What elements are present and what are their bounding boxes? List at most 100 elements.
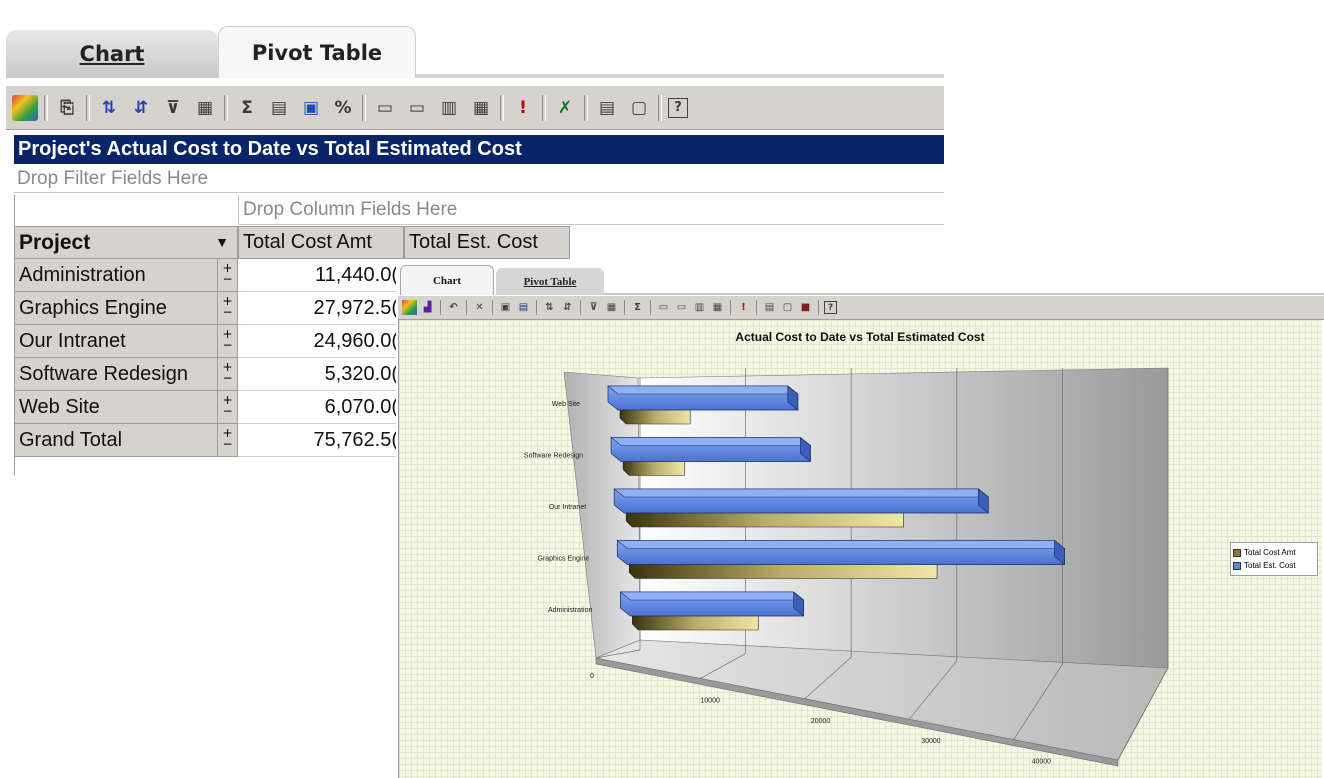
properties-icon[interactable]: ▢ [780,300,795,315]
chart-tab-chart[interactable]: Chart [400,265,494,295]
calculated-totals-icon[interactable]: ▣ [298,95,324,121]
autofilter-icon[interactable]: ⊽ [160,95,186,121]
sort-descending-icon[interactable]: ⇵ [560,300,575,315]
row-label[interactable]: Administration [14,259,218,292]
expand-collapse-icon[interactable]: + − [218,391,238,424]
chart-tab-chart-label: Chart [432,274,462,287]
show-top-bottom-icon[interactable]: ▦ [192,95,218,121]
chart-tab-pivot-label: Pivot Table [523,275,577,288]
undo-icon[interactable]: ↶ [446,300,461,315]
grand-total-value: 75,762.5( [238,424,404,457]
chart-tab-underline [604,293,1324,295]
expand-icon[interactable]: ▭ [674,300,689,315]
help-icon[interactable]: ? [668,97,688,118]
collapse-icon[interactable]: ▭ [656,300,671,315]
properties-icon[interactable]: ▢ [626,95,652,121]
row-value: 24,960.0( [238,325,404,358]
autocalc-sum-icon[interactable]: Σ [630,300,645,315]
sort-ascending-icon[interactable]: ⇅ [96,95,122,121]
refresh-icon[interactable]: ! [736,300,751,315]
toolbar-separator [440,300,441,315]
legend-label-est: Total Est. Cost [1244,561,1296,570]
tab-pivot-label: Pivot Table [251,40,383,65]
refresh-icon[interactable]: ! [510,95,536,121]
expand-collapse-icon[interactable]: + − [218,325,238,358]
field-list-icon[interactable]: ▤ [762,300,777,315]
row-value: 5,320.0( [238,358,404,391]
toolbar-separator [756,300,757,315]
toolbar-separator [542,94,546,121]
chart-type-icon[interactable]: ▟ [420,300,435,315]
x-tick-label: 40000 [1032,759,1052,766]
by-row-column-icon[interactable]: ▤ [516,300,531,315]
row-label[interactable]: Web Site [14,391,218,424]
hide-details-icon[interactable]: ▥ [692,300,707,315]
legend-swatch-est [1233,561,1241,570]
hide-details-icon[interactable]: ▥ [436,95,462,121]
office-logo-icon[interactable] [12,94,38,121]
chart-tab-pivot-table[interactable]: Pivot Table [496,268,604,295]
show-details-icon[interactable]: ▦ [468,95,494,121]
filter-drop-zone[interactable]: Drop Filter Fields Here [14,165,944,193]
toolbar-separator [224,94,228,121]
tab-underline [416,74,944,78]
autofilter-icon[interactable]: ⊽ [586,300,601,315]
office-logo-icon[interactable] [402,300,417,315]
autocalc-sum-icon[interactable]: Σ [234,95,260,121]
x-tick-label: 0 [590,673,594,680]
x-tick-label: 20000 [811,718,831,725]
legend-label-cost: Total Cost Amt [1244,548,1296,557]
toolbar-separator [536,300,537,315]
toolbar-separator [624,300,625,315]
collapse-icon[interactable]: ▭ [372,95,398,121]
row-value: 6,070.0( [238,391,404,424]
category-label: Administration [548,607,592,614]
x-tick-label: 10000 [700,697,720,704]
tab-chart[interactable]: Chart [6,30,218,78]
tab-pivot-table[interactable]: Pivot Table [218,26,416,78]
copy-icon[interactable]: ⎘ [54,95,80,121]
chart-toolbar: ▟ ↶ ✕ ▣ ▤ ⇅ ⇵ ⊽ ▦ Σ ▭ ▭ ▥ ▦ ! ▤ ▢ ■ ? [398,296,1324,320]
bar-top-face [619,591,805,601]
bar-top-face [610,437,812,446]
toolbar-separator [584,94,588,121]
help-icon[interactable]: ? [824,301,837,314]
legend-icon[interactable]: ■ [798,300,813,315]
export-to-excel-icon[interactable]: ✗ [552,95,578,121]
sort-ascending-icon[interactable]: ⇅ [542,300,557,315]
toolbar-separator [818,300,819,315]
expand-collapse-icon[interactable]: + − [218,259,238,292]
pivot-toolbar: ⎘ ⇅ ⇵ ⊽ ▦ Σ ▤ ▣ % ▭ ▭ ▥ ▦ ! ✗ ▤ ▢ ? [6,86,944,130]
toolbar-separator [658,94,662,121]
grand-total-label[interactable]: Grand Total [14,424,218,457]
data-field-total-est-cost[interactable]: Total Est. Cost [404,226,570,259]
row-value: 27,972.5( [238,292,404,325]
copy-icon[interactable]: ▣ [498,300,513,315]
category-label: Graphics Engine [538,556,590,563]
row-label[interactable]: Graphics Engine [14,292,218,325]
row-label[interactable]: Software Redesign [14,358,218,391]
row-value: 11,440.0( [238,259,404,292]
row-field-project[interactable]: Project ▼ [14,226,238,259]
toolbar-separator [86,94,90,121]
subtotal-icon[interactable]: ▤ [266,95,292,121]
toolbar-separator [492,300,493,315]
delete-icon[interactable]: ✕ [472,300,487,315]
category-label: Web Site [552,401,580,408]
column-drop-zone[interactable]: Drop Column Fields Here [238,195,944,225]
expand-collapse-icon[interactable]: + − [218,424,238,457]
show-top-bottom-icon[interactable]: ▦ [604,300,619,315]
chart-svg: 01000020000300004000050000Web SiteSoftwa… [524,367,1169,767]
data-field-total-cost[interactable]: Total Cost Amt [238,226,404,259]
expand-collapse-icon[interactable]: + − [218,292,238,325]
sort-descending-icon[interactable]: ⇵ [128,95,154,121]
show-details-icon[interactable]: ▦ [710,300,725,315]
expand-collapse-icon[interactable]: + − [218,358,238,391]
show-as-percent-icon[interactable]: % [330,95,356,121]
legend-item: Total Est. Cost [1233,559,1315,572]
field-list-icon[interactable]: ▤ [594,95,620,121]
row-label[interactable]: Our Intranet [14,325,218,358]
x-tick-label: 30000 [921,738,941,745]
expand-icon[interactable]: ▭ [404,95,430,121]
dropdown-arrow-icon[interactable]: ▼ [215,227,229,258]
